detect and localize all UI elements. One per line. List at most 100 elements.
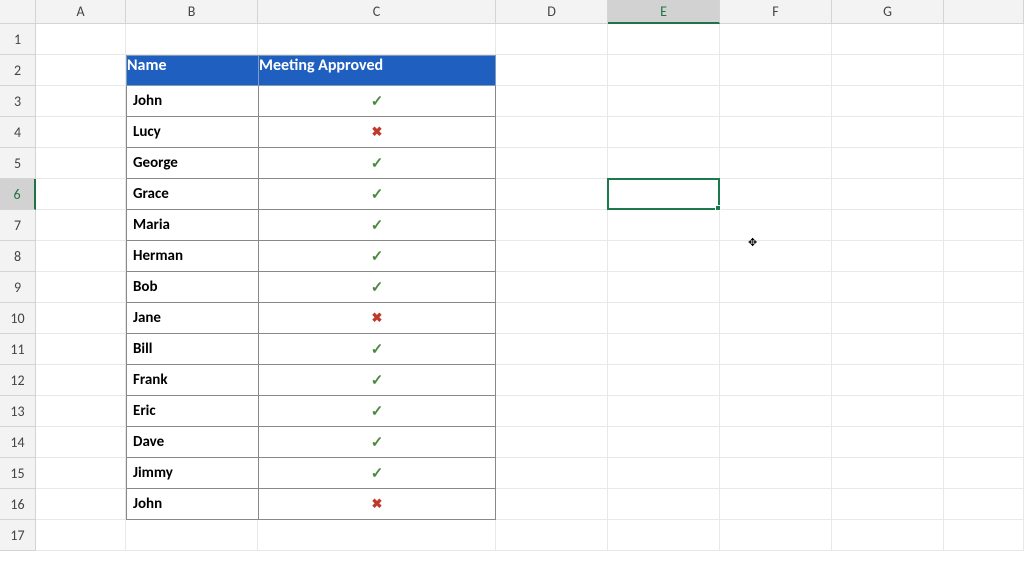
cell-E9[interactable]: [608, 272, 720, 303]
cell-A9[interactable]: [36, 272, 126, 303]
cell-A7[interactable]: [36, 210, 126, 241]
cell-name-0[interactable]: John: [126, 86, 258, 117]
cell-name-10[interactable]: Eric: [126, 396, 258, 427]
cell-end4[interactable]: [944, 117, 1024, 148]
cell-A4[interactable]: [36, 117, 126, 148]
cell-end17[interactable]: [944, 520, 1024, 551]
cell-G7[interactable]: [832, 210, 944, 241]
row-header-14[interactable]: 14: [0, 427, 36, 458]
row-header-11[interactable]: 11: [0, 334, 36, 365]
cell-D11[interactable]: [496, 334, 608, 365]
row-header-5[interactable]: 5: [0, 148, 36, 179]
row-header-1[interactable]: 1: [0, 24, 36, 55]
cell-name-12[interactable]: Jimmy: [126, 458, 258, 489]
row-header-2[interactable]: 2: [0, 55, 36, 86]
cell-E11[interactable]: [608, 334, 720, 365]
cell-approved-12[interactable]: ✓: [258, 458, 496, 489]
row-header-6[interactable]: 6: [0, 179, 36, 210]
col-header-C[interactable]: C: [258, 0, 496, 24]
cell-A6[interactable]: [36, 179, 126, 210]
cell-approved-4[interactable]: ✓: [258, 210, 496, 241]
cell-end8[interactable]: [944, 241, 1024, 272]
cell-name-11[interactable]: Dave: [126, 427, 258, 458]
col-header-end[interactable]: [944, 0, 1024, 24]
cell-end5[interactable]: [944, 148, 1024, 179]
cell-end7[interactable]: [944, 210, 1024, 241]
cell-A3[interactable]: [36, 86, 126, 117]
cell-approved-3[interactable]: ✓: [258, 179, 496, 210]
cell-E2[interactable]: [608, 55, 720, 86]
cell-D10[interactable]: [496, 303, 608, 334]
cell-end3[interactable]: [944, 86, 1024, 117]
cell-approved-2[interactable]: ✓: [258, 148, 496, 179]
cell-E15[interactable]: [608, 458, 720, 489]
cell-end11[interactable]: [944, 334, 1024, 365]
cell-F14[interactable]: [720, 427, 832, 458]
cell-F4[interactable]: [720, 117, 832, 148]
table-header-name[interactable]: Name: [126, 55, 258, 86]
cell-name-1[interactable]: Lucy: [126, 117, 258, 148]
row-header-8[interactable]: 8: [0, 241, 36, 272]
row-header-9[interactable]: 9: [0, 272, 36, 303]
cell-E12[interactable]: [608, 365, 720, 396]
cell-end16[interactable]: [944, 489, 1024, 520]
cell-name-4[interactable]: Maria: [126, 210, 258, 241]
cell-name-7[interactable]: Jane: [126, 303, 258, 334]
cell-G3[interactable]: [832, 86, 944, 117]
cell-name-2[interactable]: George: [126, 148, 258, 179]
cell-G1[interactable]: [832, 24, 944, 55]
cell-end12[interactable]: [944, 365, 1024, 396]
cell-D4[interactable]: [496, 117, 608, 148]
cell-F7[interactable]: [720, 210, 832, 241]
cell-approved-8[interactable]: ✓: [258, 334, 496, 365]
row-header-4[interactable]: 4: [0, 117, 36, 148]
cell-D7[interactable]: [496, 210, 608, 241]
cell-F1[interactable]: [720, 24, 832, 55]
cell-G4[interactable]: [832, 117, 944, 148]
cell-G11[interactable]: [832, 334, 944, 365]
cell-F11[interactable]: [720, 334, 832, 365]
row-header-10[interactable]: 10: [0, 303, 36, 334]
cell-D17[interactable]: [496, 520, 608, 551]
cell-C1[interactable]: [258, 24, 496, 55]
row-header-15[interactable]: 15: [0, 458, 36, 489]
cell-name-13[interactable]: John: [126, 489, 258, 520]
col-header-E[interactable]: E: [608, 0, 720, 24]
cell-G6[interactable]: [832, 179, 944, 210]
cell-D8[interactable]: [496, 241, 608, 272]
cell-E16[interactable]: [608, 489, 720, 520]
cell-G13[interactable]: [832, 396, 944, 427]
cell-G5[interactable]: [832, 148, 944, 179]
cell-E8[interactable]: [608, 241, 720, 272]
cell-D14[interactable]: [496, 427, 608, 458]
cell-F3[interactable]: [720, 86, 832, 117]
cell-E13[interactable]: [608, 396, 720, 427]
cell-B1[interactable]: [126, 24, 258, 55]
cell-A16[interactable]: [36, 489, 126, 520]
cell-E17[interactable]: [608, 520, 720, 551]
cell-A11[interactable]: [36, 334, 126, 365]
cell-E14[interactable]: [608, 427, 720, 458]
cell-end9[interactable]: [944, 272, 1024, 303]
row-header-12[interactable]: 12: [0, 365, 36, 396]
cell-B17[interactable]: [126, 520, 258, 551]
cell-A1[interactable]: [36, 24, 126, 55]
cell-end1[interactable]: [944, 24, 1024, 55]
cell-D5[interactable]: [496, 148, 608, 179]
row-header-3[interactable]: 3: [0, 86, 36, 117]
col-header-G[interactable]: G: [832, 0, 944, 24]
cell-E7[interactable]: [608, 210, 720, 241]
cell-A13[interactable]: [36, 396, 126, 427]
cell-E6[interactable]: [608, 179, 720, 210]
cell-name-6[interactable]: Bob: [126, 272, 258, 303]
cell-E5[interactable]: [608, 148, 720, 179]
cell-approved-0[interactable]: ✓: [258, 86, 496, 117]
cell-E1[interactable]: [608, 24, 720, 55]
cell-A8[interactable]: [36, 241, 126, 272]
cell-D2[interactable]: [496, 55, 608, 86]
cell-name-8[interactable]: Bill: [126, 334, 258, 365]
cell-G12[interactable]: [832, 365, 944, 396]
cell-approved-9[interactable]: ✓: [258, 365, 496, 396]
cell-end10[interactable]: [944, 303, 1024, 334]
cell-E4[interactable]: [608, 117, 720, 148]
